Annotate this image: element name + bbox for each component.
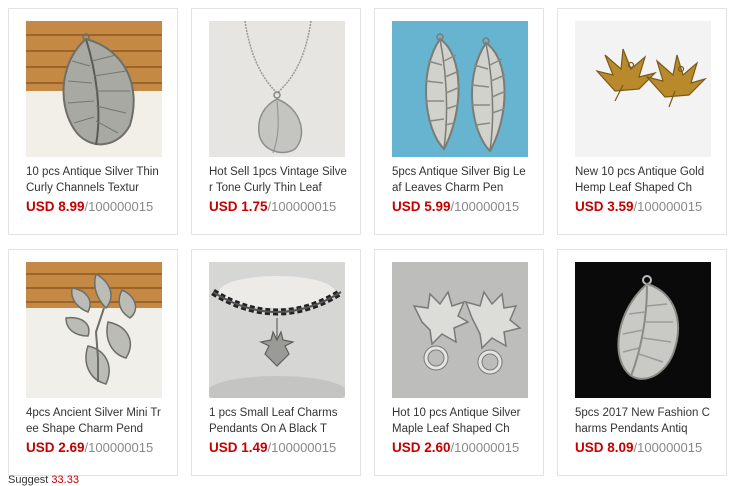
product-title[interactable]: 10 pcs Antique Silver Thin Curly Channel… <box>26 164 164 198</box>
product-card[interactable]: 10 pcs Antique Silver Thin Curly Channel… <box>8 8 178 235</box>
price-suffix: /100000015 <box>267 199 337 214</box>
price-suffix: /100000015 <box>450 199 520 214</box>
product-price: USD 2.69/100000015 <box>26 440 176 455</box>
product-image[interactable] <box>26 262 162 398</box>
footer-summary: Suggest 33.33 <box>8 474 79 486</box>
price-suffix: /100000015 <box>450 440 520 455</box>
product-image[interactable] <box>392 262 528 398</box>
product-image[interactable] <box>209 262 345 398</box>
product-card[interactable]: Hot 10 pcs Antique Silver Maple Leaf Sha… <box>374 249 544 476</box>
price-value: USD 1.75 <box>209 199 268 214</box>
product-price: USD 1.75/100000015 <box>209 199 359 214</box>
product-price: USD 2.60/100000015 <box>392 440 542 455</box>
footer-value: 33.33 <box>51 474 79 486</box>
product-title[interactable]: Hot Sell 1pcs Vintage Silver Tone Curly … <box>209 164 347 198</box>
product-price: USD 3.59/100000015 <box>575 199 725 214</box>
product-image[interactable] <box>575 262 711 398</box>
product-title[interactable]: 4pcs Ancient Silver Mini Tree Shape Char… <box>26 405 164 439</box>
price-value: USD 8.09 <box>575 440 634 455</box>
product-price: USD 5.99/100000015 <box>392 199 542 214</box>
price-suffix: /100000015 <box>84 199 154 214</box>
product-image[interactable] <box>209 21 345 157</box>
product-title[interactable]: 5pcs 2017 New Fashion Charms Pendants An… <box>575 405 713 439</box>
price-suffix: /100000015 <box>633 199 703 214</box>
product-card[interactable]: 4pcs Ancient Silver Mini Tree Shape Char… <box>8 249 178 476</box>
product-image[interactable] <box>26 21 162 157</box>
price-suffix: /100000015 <box>633 440 703 455</box>
price-value: USD 2.60 <box>392 440 451 455</box>
price-value: USD 8.99 <box>26 199 85 214</box>
product-image[interactable] <box>575 21 711 157</box>
product-title[interactable]: 1 pcs Small Leaf Charms Pendants On A Bl… <box>209 405 347 439</box>
footer-label: Suggest <box>8 474 52 486</box>
product-card[interactable]: 1 pcs Small Leaf Charms Pendants On A Bl… <box>191 249 361 476</box>
price-value: USD 1.49 <box>209 440 268 455</box>
product-title[interactable]: Hot 10 pcs Antique Silver Maple Leaf Sha… <box>392 405 530 439</box>
price-value: USD 2.69 <box>26 440 85 455</box>
product-price: USD 8.99/100000015 <box>26 199 176 214</box>
product-price: USD 1.49/100000015 <box>209 440 359 455</box>
product-card[interactable]: 5pcs Antique Silver Big Leaf Leaves Char… <box>374 8 544 235</box>
price-suffix: /100000015 <box>84 440 154 455</box>
product-title[interactable]: New 10 pcs Antique Gold Hemp Leaf Shaped… <box>575 164 713 198</box>
product-image[interactable] <box>392 21 528 157</box>
price-suffix: /100000015 <box>267 440 337 455</box>
product-price: USD 8.09/100000015 <box>575 440 725 455</box>
product-card[interactable]: 5pcs 2017 New Fashion Charms Pendants An… <box>557 249 727 476</box>
product-card[interactable]: Hot Sell 1pcs Vintage Silver Tone Curly … <box>191 8 361 235</box>
product-title[interactable]: 5pcs Antique Silver Big Leaf Leaves Char… <box>392 164 530 198</box>
price-value: USD 5.99 <box>392 199 451 214</box>
price-value: USD 3.59 <box>575 199 634 214</box>
product-card[interactable]: New 10 pcs Antique Gold Hemp Leaf Shaped… <box>557 8 727 235</box>
